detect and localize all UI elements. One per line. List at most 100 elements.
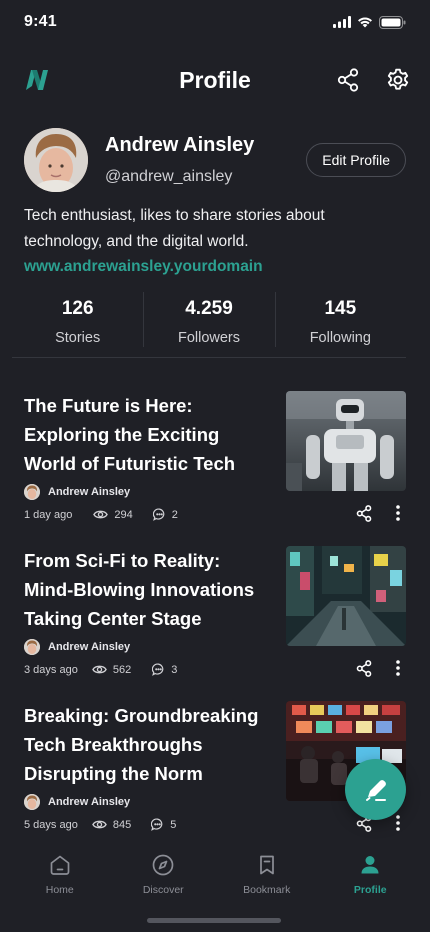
article-thumbnail[interactable] xyxy=(286,391,406,491)
stat-label: Followers xyxy=(177,330,241,346)
article-more-button[interactable] xyxy=(392,813,404,833)
views-value: 294 xyxy=(114,508,133,521)
more-vertical-icon xyxy=(396,505,400,521)
more-vertical-icon xyxy=(396,660,400,676)
app-logo-icon xyxy=(26,70,48,90)
status-time: 9:41 xyxy=(24,13,57,30)
views-count: 845 xyxy=(92,819,131,831)
comments-value: 3 xyxy=(171,663,178,676)
article-actions xyxy=(354,503,404,523)
eye-icon xyxy=(92,665,107,674)
battery-icon xyxy=(379,15,406,29)
article-meta: 1 day ago 294 2 xyxy=(24,508,178,521)
nav-label: Home xyxy=(45,884,74,896)
article-meta: 5 days ago 845 5 xyxy=(24,818,176,831)
share-icon xyxy=(337,68,359,92)
edit-profile-button[interactable]: Edit Profile xyxy=(306,143,406,177)
article-author: Andrew Ainsley xyxy=(24,484,130,500)
share-icon xyxy=(356,659,372,677)
settings-button[interactable] xyxy=(384,66,412,94)
robot-photo xyxy=(286,391,406,491)
share-icon xyxy=(356,504,372,522)
bookmark-icon xyxy=(259,855,274,875)
article-more-button[interactable] xyxy=(392,658,404,678)
signal-icon xyxy=(333,16,351,28)
article-actions xyxy=(354,658,404,678)
article-author: Andrew Ainsley xyxy=(24,794,130,810)
stat-value: 126 xyxy=(61,298,94,319)
comments-count: 2 xyxy=(152,508,178,521)
avatar[interactable] xyxy=(24,128,88,192)
avatar-photo xyxy=(24,128,88,192)
nav-label: Discover xyxy=(142,884,184,896)
gear-icon xyxy=(387,68,409,90)
profile-handle: @andrew_ainsley xyxy=(105,168,233,185)
comments-value: 5 xyxy=(170,818,177,831)
article-title[interactable]: The Future is Here: Exploring the Exciti… xyxy=(24,391,269,478)
article-title[interactable]: From Sci-Fi to Reality: Mind-Blowing Inn… xyxy=(24,546,269,633)
article-time: 1 day ago xyxy=(24,508,73,521)
article-card[interactable]: The Future is Here: Exploring the Exciti… xyxy=(24,391,406,531)
nav-home[interactable]: Home xyxy=(8,840,112,932)
article-share-button[interactable] xyxy=(354,658,374,678)
article-time: 3 days ago xyxy=(24,663,78,676)
person-icon xyxy=(361,856,379,874)
nav-label: Profile xyxy=(353,884,387,896)
stat-value: 4.259 xyxy=(185,298,233,319)
home-indicator xyxy=(147,918,281,923)
author-name: Andrew Ainsley xyxy=(48,486,131,498)
wifi-icon xyxy=(358,17,372,28)
article-share-button[interactable] xyxy=(354,503,374,523)
write-story-button[interactable] xyxy=(345,759,406,820)
author-avatar xyxy=(24,794,40,810)
views-count: 562 xyxy=(92,664,131,676)
stat-stories[interactable]: 126 Stories xyxy=(12,292,143,357)
compass-icon xyxy=(152,854,174,876)
nav-profile[interactable]: Profile xyxy=(319,840,423,932)
eye-icon xyxy=(93,510,109,519)
article-thumbnail[interactable] xyxy=(286,546,406,646)
home-icon xyxy=(50,855,70,875)
website-link[interactable]: www.andrewainsley.yourdomain xyxy=(24,258,263,276)
app-bar-actions xyxy=(334,66,412,94)
author-avatar xyxy=(24,484,40,500)
comment-icon xyxy=(152,663,164,676)
more-vertical-icon xyxy=(396,815,400,831)
comments-count: 3 xyxy=(152,663,177,676)
views-value: 845 xyxy=(112,818,132,831)
article-author: Andrew Ainsley xyxy=(24,639,130,655)
pen-icon xyxy=(365,779,386,801)
comments-count: 5 xyxy=(151,818,176,831)
comment-icon xyxy=(151,818,163,831)
share-button[interactable] xyxy=(334,66,362,94)
comments-value: 2 xyxy=(171,508,178,521)
article-more-button[interactable] xyxy=(392,503,404,523)
author-name: Andrew Ainsley xyxy=(48,641,131,653)
status-bar: 9:41 xyxy=(0,0,430,44)
stat-followers[interactable]: 4.259 Followers xyxy=(143,292,274,357)
app-bar: Profile xyxy=(0,56,430,104)
stat-label: Following xyxy=(309,330,371,346)
stat-label: Stories xyxy=(55,330,101,346)
profile-bio: Tech enthusiast, likes to share stories … xyxy=(24,207,325,250)
profile-stats: 126 Stories 4.259 Followers 145 Followin… xyxy=(12,292,406,358)
city-street-night-photo xyxy=(286,546,406,646)
page-title: Profile xyxy=(179,66,251,93)
article-card[interactable]: From Sci-Fi to Reality: Mind-Blowing Inn… xyxy=(24,546,406,686)
stat-following[interactable]: 145 Following xyxy=(274,292,406,357)
nav-label: Bookmark xyxy=(243,884,291,896)
article-meta: 3 days ago 562 3 xyxy=(24,663,177,676)
article-card[interactable]: Breaking: Groundbreaking Tech Breakthrou… xyxy=(24,701,406,841)
views-value: 562 xyxy=(112,663,132,676)
eye-icon xyxy=(92,820,107,829)
stat-value: 145 xyxy=(324,298,357,319)
article-title[interactable]: Breaking: Groundbreaking Tech Breakthrou… xyxy=(24,701,269,788)
article-time: 5 days ago xyxy=(24,818,78,831)
author-avatar xyxy=(24,639,40,655)
profile-header: Andrew Ainsley @andrew_ainsley Edit Prof… xyxy=(24,128,406,192)
status-icons xyxy=(333,15,406,29)
author-name: Andrew Ainsley xyxy=(48,796,131,808)
comment-icon xyxy=(152,508,165,521)
profile-name: Andrew Ainsley xyxy=(105,134,255,156)
views-count: 294 xyxy=(93,508,133,521)
